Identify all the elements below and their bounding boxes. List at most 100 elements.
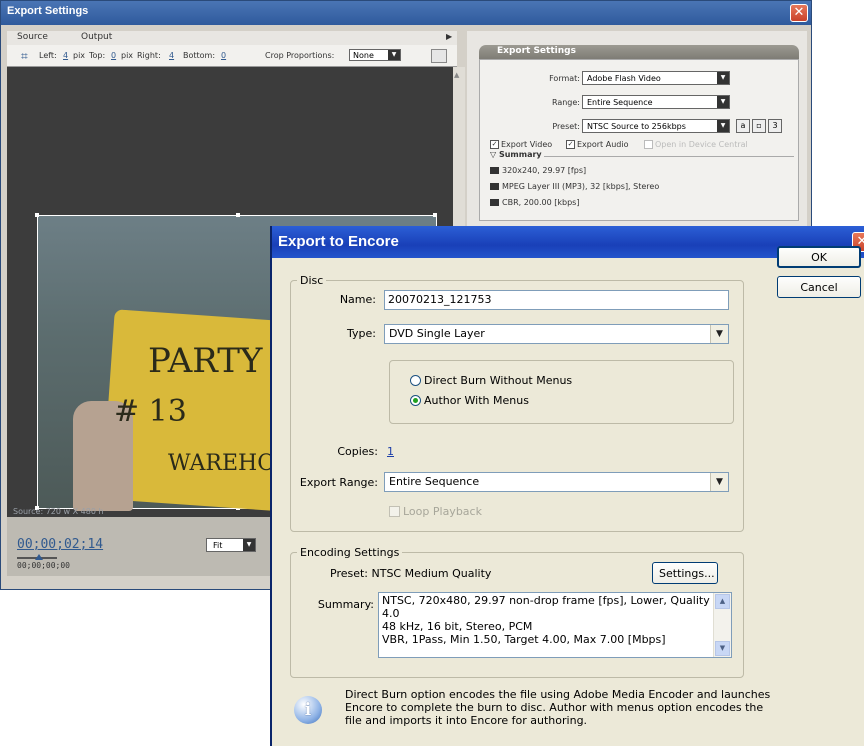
chevron-down-icon: ▼ [710, 473, 728, 491]
panel-title: Export Settings [497, 46, 576, 56]
export-to-encore-dialog: Export to Encore ✕ Disc Name: 20070213_1… [270, 226, 864, 746]
disc-type-label: Type: [347, 327, 376, 340]
crop-proportions-select[interactable]: None ▼ [349, 49, 401, 61]
ok-button[interactable]: OK [777, 246, 861, 268]
summary-bitrate: CBR, 200.00 [kbps] [490, 198, 579, 207]
copies-value[interactable]: 1 [387, 445, 394, 458]
summary-bitrate-text: CBR, 200.00 [kbps] [502, 198, 580, 207]
info-text: Direct Burn option encodes the file usin… [345, 688, 771, 701]
chevron-down-icon: ▼ [717, 72, 729, 84]
summary-video: 320x240, 29.97 [fps] [490, 166, 586, 175]
summary-audio: MPEG Layer III (MP3), 32 [kbps], Stereo [490, 182, 659, 191]
range-label: Range: [551, 98, 580, 107]
radio-author-label: Author With Menus [424, 394, 529, 407]
sign-text: # 13 [114, 394, 187, 429]
settings-button[interactable]: Settings... [652, 562, 718, 584]
playhead-icon[interactable] [35, 554, 43, 560]
encoding-summary-box[interactable]: NTSC, 720x480, 29.97 non-drop frame [fps… [378, 592, 732, 658]
format-select[interactable]: Adobe Flash Video ▼ [582, 71, 730, 85]
film-icon [490, 167, 499, 174]
summary-title: Summary [498, 150, 542, 159]
close-icon[interactable]: ✕ [790, 4, 808, 22]
sign-text: PARTY [148, 341, 263, 381]
panel-header: Export Settings [479, 45, 799, 59]
settings-body: Format: Adobe Flash Video ▼ Range: Entir… [479, 59, 799, 221]
scroll-up-icon[interactable]: ▲ [715, 594, 730, 609]
radio-author-with-menus[interactable]: Author With Menus [410, 394, 529, 407]
crop-handle[interactable] [433, 213, 437, 217]
export-range-label: Export Range: [299, 476, 378, 489]
info-text: Encore to complete the burn to disc. Aut… [345, 701, 764, 714]
crop-bottom-label: Bottom: [183, 51, 216, 60]
tab-output[interactable]: Output [81, 32, 112, 42]
export-video-checkbox[interactable]: ✓ Export Video [490, 140, 552, 149]
speaker-icon [490, 183, 499, 190]
chevron-down-icon: ▼ [388, 50, 400, 60]
summary-heading[interactable]: ▽ Summary [490, 150, 542, 159]
dialog-title: Export to Encore [278, 233, 399, 250]
source-tabs: Source Output ▶ [7, 31, 457, 45]
crop-handle[interactable] [236, 213, 240, 217]
range-select[interactable]: Entire Sequence ▼ [582, 95, 730, 109]
crop-left-label: Left: [39, 51, 57, 60]
chevron-down-icon: ▼ [717, 120, 729, 132]
encoding-preset: Preset: NTSC Medium Quality [330, 567, 492, 580]
open-device-central-checkbox: Open in Device Central [644, 140, 748, 149]
summary-scrollbar[interactable]: ▲ ▼ [713, 593, 731, 657]
disc-name-input[interactable]: 20070213_121753 [384, 290, 729, 310]
crop-icon[interactable]: ⌗ [21, 49, 37, 63]
summary-line: 48 kHz, 16 bit, Stereo, PCM [382, 620, 533, 633]
disc-legend: Disc [300, 274, 324, 287]
import-preset-icon[interactable]: ▫ [752, 119, 766, 133]
encoding-legend: Encoding Settings [300, 546, 400, 559]
chevron-down-icon: ▼ [717, 96, 729, 108]
save-preset-icon[interactable]: a [736, 119, 750, 133]
radio-direct-burn[interactable]: Direct Burn Without Menus [410, 374, 572, 387]
export-audio-checkbox[interactable]: ✓ Export Audio [566, 140, 628, 149]
cancel-button[interactable]: Cancel [777, 276, 861, 298]
crop-proportions-label: Crop Proportions: [265, 51, 335, 60]
copies-label: Copies: [337, 445, 378, 458]
summary-video-text: 320x240, 29.97 [fps] [502, 166, 587, 175]
zoom-value: Fit [213, 541, 223, 550]
crop-pix-label: pix [121, 51, 134, 60]
checkbox-icon [389, 506, 400, 517]
burn-mode-group [389, 360, 734, 424]
summary-line: NTSC, 720x480, 29.97 non-drop frame [fps… [382, 594, 710, 607]
range-value: Entire Sequence [587, 98, 653, 107]
scroll-down-icon[interactable]: ▼ [715, 641, 730, 656]
disc-name-label: Name: [339, 293, 376, 306]
crop-top-value[interactable]: 0 [111, 51, 116, 60]
export-video-label: Export Video [501, 140, 553, 149]
crop-handle[interactable] [35, 213, 39, 217]
crop-reset-icon[interactable] [431, 49, 447, 63]
preset-select[interactable]: NTSC Source to 256kbps ▼ [582, 119, 730, 133]
checkbox-icon [644, 140, 653, 149]
loop-playback-label: Loop Playback [403, 505, 482, 518]
delete-preset-icon[interactable]: 3 [768, 119, 782, 133]
format-value: Adobe Flash Video [587, 74, 661, 83]
crop-right-label: Right: [137, 51, 161, 60]
crop-bottom-value[interactable]: 0 [221, 51, 226, 60]
chevron-down-icon: ▼ [243, 539, 255, 551]
current-timecode[interactable]: 00;00;02;14 [17, 537, 103, 552]
chevron-down-icon: ▼ [710, 325, 728, 343]
export-range-value: Entire Sequence [389, 475, 480, 488]
tab-source[interactable]: Source [17, 32, 48, 42]
export-range-select[interactable]: Entire Sequence ▼ [384, 472, 729, 492]
scroll-up-icon[interactable]: ▲ [454, 71, 459, 79]
crop-proportions-value: None [353, 51, 374, 60]
crop-right-value[interactable]: 4 [169, 51, 174, 60]
window-title: Export Settings [7, 5, 89, 17]
info-icon: i [294, 696, 322, 724]
preset-value: NTSC Source to 256kbps [587, 122, 686, 131]
panel-menu-icon[interactable]: ▶ [446, 32, 452, 41]
open-device-central-label: Open in Device Central [655, 140, 748, 149]
crop-pix-label: pix [73, 51, 86, 60]
crop-left-value[interactable]: 4 [63, 51, 68, 60]
disc-type-select[interactable]: DVD Single Layer ▼ [384, 324, 729, 344]
export-audio-label: Export Audio [577, 140, 629, 149]
bitrate-icon [490, 199, 499, 206]
zoom-select[interactable]: Fit ▼ [206, 538, 256, 552]
source-dimensions: Source: 720 w X 480 h [13, 507, 104, 516]
